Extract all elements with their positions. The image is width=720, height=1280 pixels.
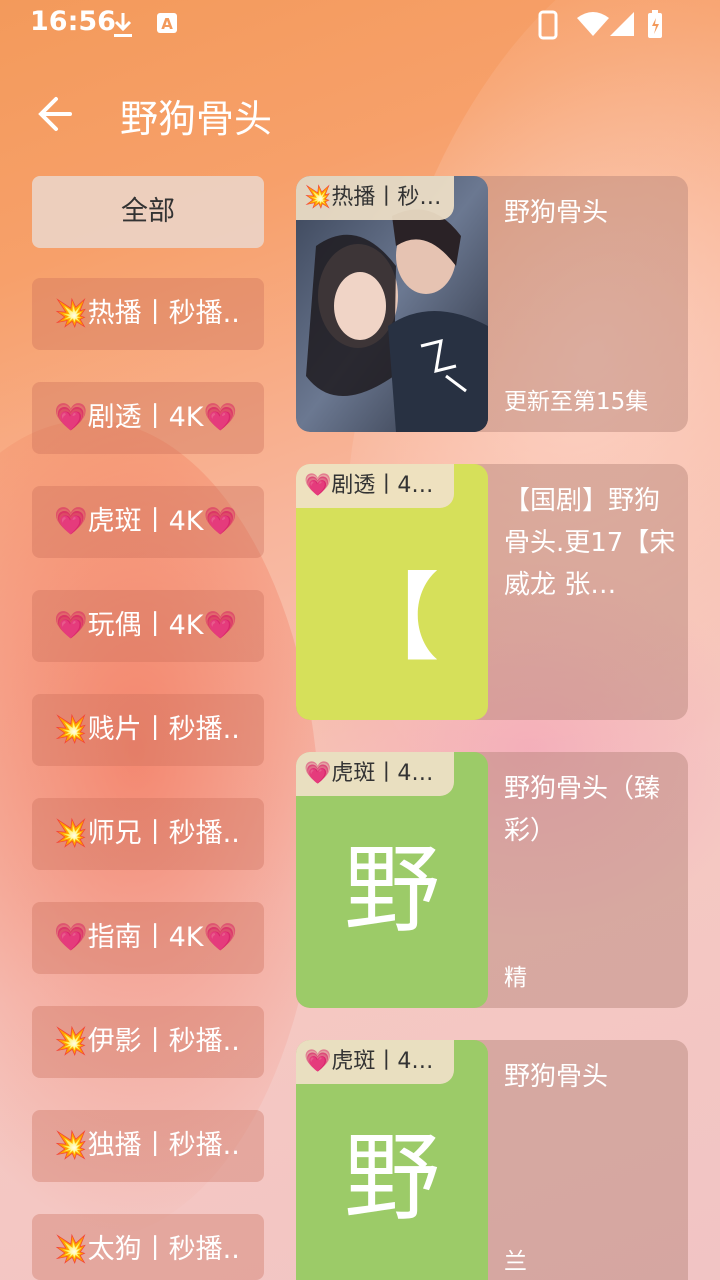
sidebar-item[interactable]: 💗指南丨4K💗 xyxy=(32,902,264,974)
source-badge: 💗虎斑丨4K💗 xyxy=(296,1040,454,1084)
app-notification-icon: A xyxy=(157,13,177,33)
source-badge: 💗剧透丨4K💗 xyxy=(296,464,454,508)
header: 野狗骨头 xyxy=(0,70,720,160)
sidebar-item[interactable]: 💥伊影丨秒播.. xyxy=(32,1006,264,1078)
sidebar-item[interactable]: 💥独播丨秒播.. xyxy=(32,1110,264,1182)
phone-icon xyxy=(538,10,558,40)
back-arrow-icon[interactable] xyxy=(30,86,86,142)
result-card[interactable]: 💥热播丨秒播丨 野狗骨头 更新至第15集 xyxy=(296,176,688,432)
sidebar-item[interactable]: 💥太狗丨秒播.. xyxy=(32,1214,264,1280)
card-subtitle: 兰 xyxy=(504,1249,527,1275)
sidebar-item[interactable]: 💗虎斑丨4K💗 xyxy=(32,486,264,558)
result-card[interactable]: 野 💗虎斑丨4K💗 野狗骨头（臻彩） 精 xyxy=(296,752,688,1008)
thumbnail-char: 【 xyxy=(344,562,440,674)
card-subtitle: 更新至第15集 xyxy=(504,389,649,415)
svg-text:A: A xyxy=(161,15,173,33)
card-subtitle: 精 xyxy=(504,965,527,991)
result-card[interactable]: 【 💗剧透丨4K💗 【国剧】野狗骨头.更17【宋威龙 张… xyxy=(296,464,688,720)
thumbnail-char: 野 xyxy=(344,834,440,946)
card-title: 野狗骨头 xyxy=(504,1062,609,1092)
card-title: 野狗骨头 xyxy=(504,198,609,228)
card-title: 野狗骨头（臻彩） xyxy=(504,774,661,846)
sidebar-item[interactable]: 💥贱片丨秒播.. xyxy=(32,694,264,766)
page-title: 野狗骨头 xyxy=(120,97,273,141)
download-icon xyxy=(114,13,132,37)
wifi-icon xyxy=(577,12,609,36)
thumbnail-char: 野 xyxy=(344,1122,440,1234)
sidebar-item[interactable]: 💗玩偶丨4K💗 xyxy=(32,590,264,662)
sidebar-item[interactable]: 💥热播丨秒播.. xyxy=(32,278,264,350)
sidebar-item[interactable]: 💥师兄丨秒播.. xyxy=(32,798,264,870)
status-time: 16:56 xyxy=(30,6,116,37)
sidebar-item[interactable]: 💗剧透丨4K💗 xyxy=(32,382,264,454)
signal-icon xyxy=(610,12,634,36)
status-bar: 16:56 A xyxy=(0,0,720,48)
card-title: 【国剧】野狗骨头.更17【宋威龙 张… xyxy=(504,486,676,600)
battery-charging-icon xyxy=(648,10,662,38)
source-badge: 💥热播丨秒播丨 xyxy=(296,176,454,220)
result-card[interactable]: 野 💗虎斑丨4K💗 野狗骨头 兰 xyxy=(296,1040,688,1280)
source-badge: 💗虎斑丨4K💗 xyxy=(296,752,454,796)
sidebar-item-all[interactable]: 全部 xyxy=(32,176,264,248)
